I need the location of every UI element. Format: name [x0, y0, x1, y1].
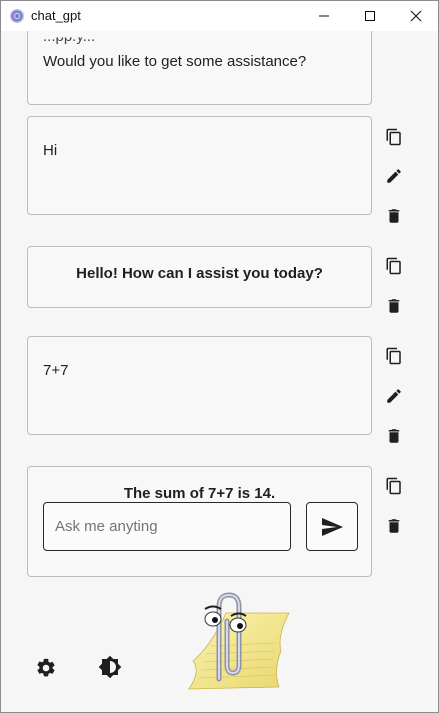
- window-title: chat_gpt: [31, 8, 81, 23]
- copy-button[interactable]: [383, 475, 405, 497]
- minimize-button[interactable]: [301, 1, 347, 31]
- copy-icon: [386, 477, 401, 495]
- delete-button[interactable]: [383, 515, 405, 537]
- edit-button[interactable]: [383, 385, 405, 407]
- copy-icon: [386, 347, 401, 365]
- edit-button[interactable]: [383, 165, 405, 187]
- trash-icon: [388, 299, 400, 313]
- gear-icon: [37, 658, 55, 677]
- brightness-icon: [98, 655, 122, 679]
- trash-icon: [388, 429, 400, 443]
- copy-button[interactable]: [383, 345, 405, 367]
- message-partial-text: ...pp.y...: [43, 31, 96, 45]
- trash-icon: [388, 209, 400, 223]
- delete-button[interactable]: [383, 425, 405, 447]
- message-bubble-user: Hi: [27, 116, 372, 215]
- send-button[interactable]: [306, 502, 358, 551]
- chat-scroll-area[interactable]: ...pp.y... Would you like to get some as…: [1, 31, 438, 712]
- message-text: Hello! How can I assist you today?: [76, 265, 323, 282]
- message-bubble-user: 7+7: [27, 336, 372, 435]
- pencil-icon: [387, 169, 401, 183]
- close-button[interactable]: [393, 1, 438, 31]
- copy-button[interactable]: [383, 126, 405, 148]
- copy-button[interactable]: [383, 255, 405, 277]
- settings-button[interactable]: [32, 654, 60, 682]
- message-bubble-assistant: The sum of 7+7 is 14.: [27, 466, 372, 577]
- trash-icon: [388, 519, 400, 533]
- chat-input[interactable]: [44, 503, 275, 550]
- maximize-icon: [365, 11, 375, 21]
- delete-button[interactable]: [383, 295, 405, 317]
- minimize-icon: [319, 15, 329, 17]
- maximize-button[interactable]: [347, 1, 393, 31]
- clippy-assistant-image[interactable]: [181, 591, 291, 691]
- message-text: 7+7: [43, 362, 69, 379]
- copy-icon: [386, 128, 401, 146]
- message-text: The sum of 7+7 is 14.: [123, 485, 276, 502]
- send-icon: [322, 517, 343, 536]
- chat-input-container: [43, 502, 291, 551]
- app-window: chat_gpt ...pp.y... Would you like to ge…: [0, 0, 439, 713]
- pencil-icon: [387, 389, 401, 403]
- message-text: Hi: [43, 142, 58, 159]
- message-bubble-assistant: ...pp.y... Would you like to get some as…: [27, 31, 372, 105]
- message-bubble-assistant: Hello! How can I assist you today?: [27, 246, 372, 308]
- close-icon: [410, 10, 422, 22]
- theme-toggle-button[interactable]: [96, 653, 124, 681]
- message-text: Would you like to get some assistance?: [43, 53, 307, 70]
- app-icon: [10, 9, 24, 23]
- delete-button[interactable]: [383, 205, 405, 227]
- title-bar: chat_gpt: [1, 1, 438, 31]
- copy-icon: [386, 257, 401, 275]
